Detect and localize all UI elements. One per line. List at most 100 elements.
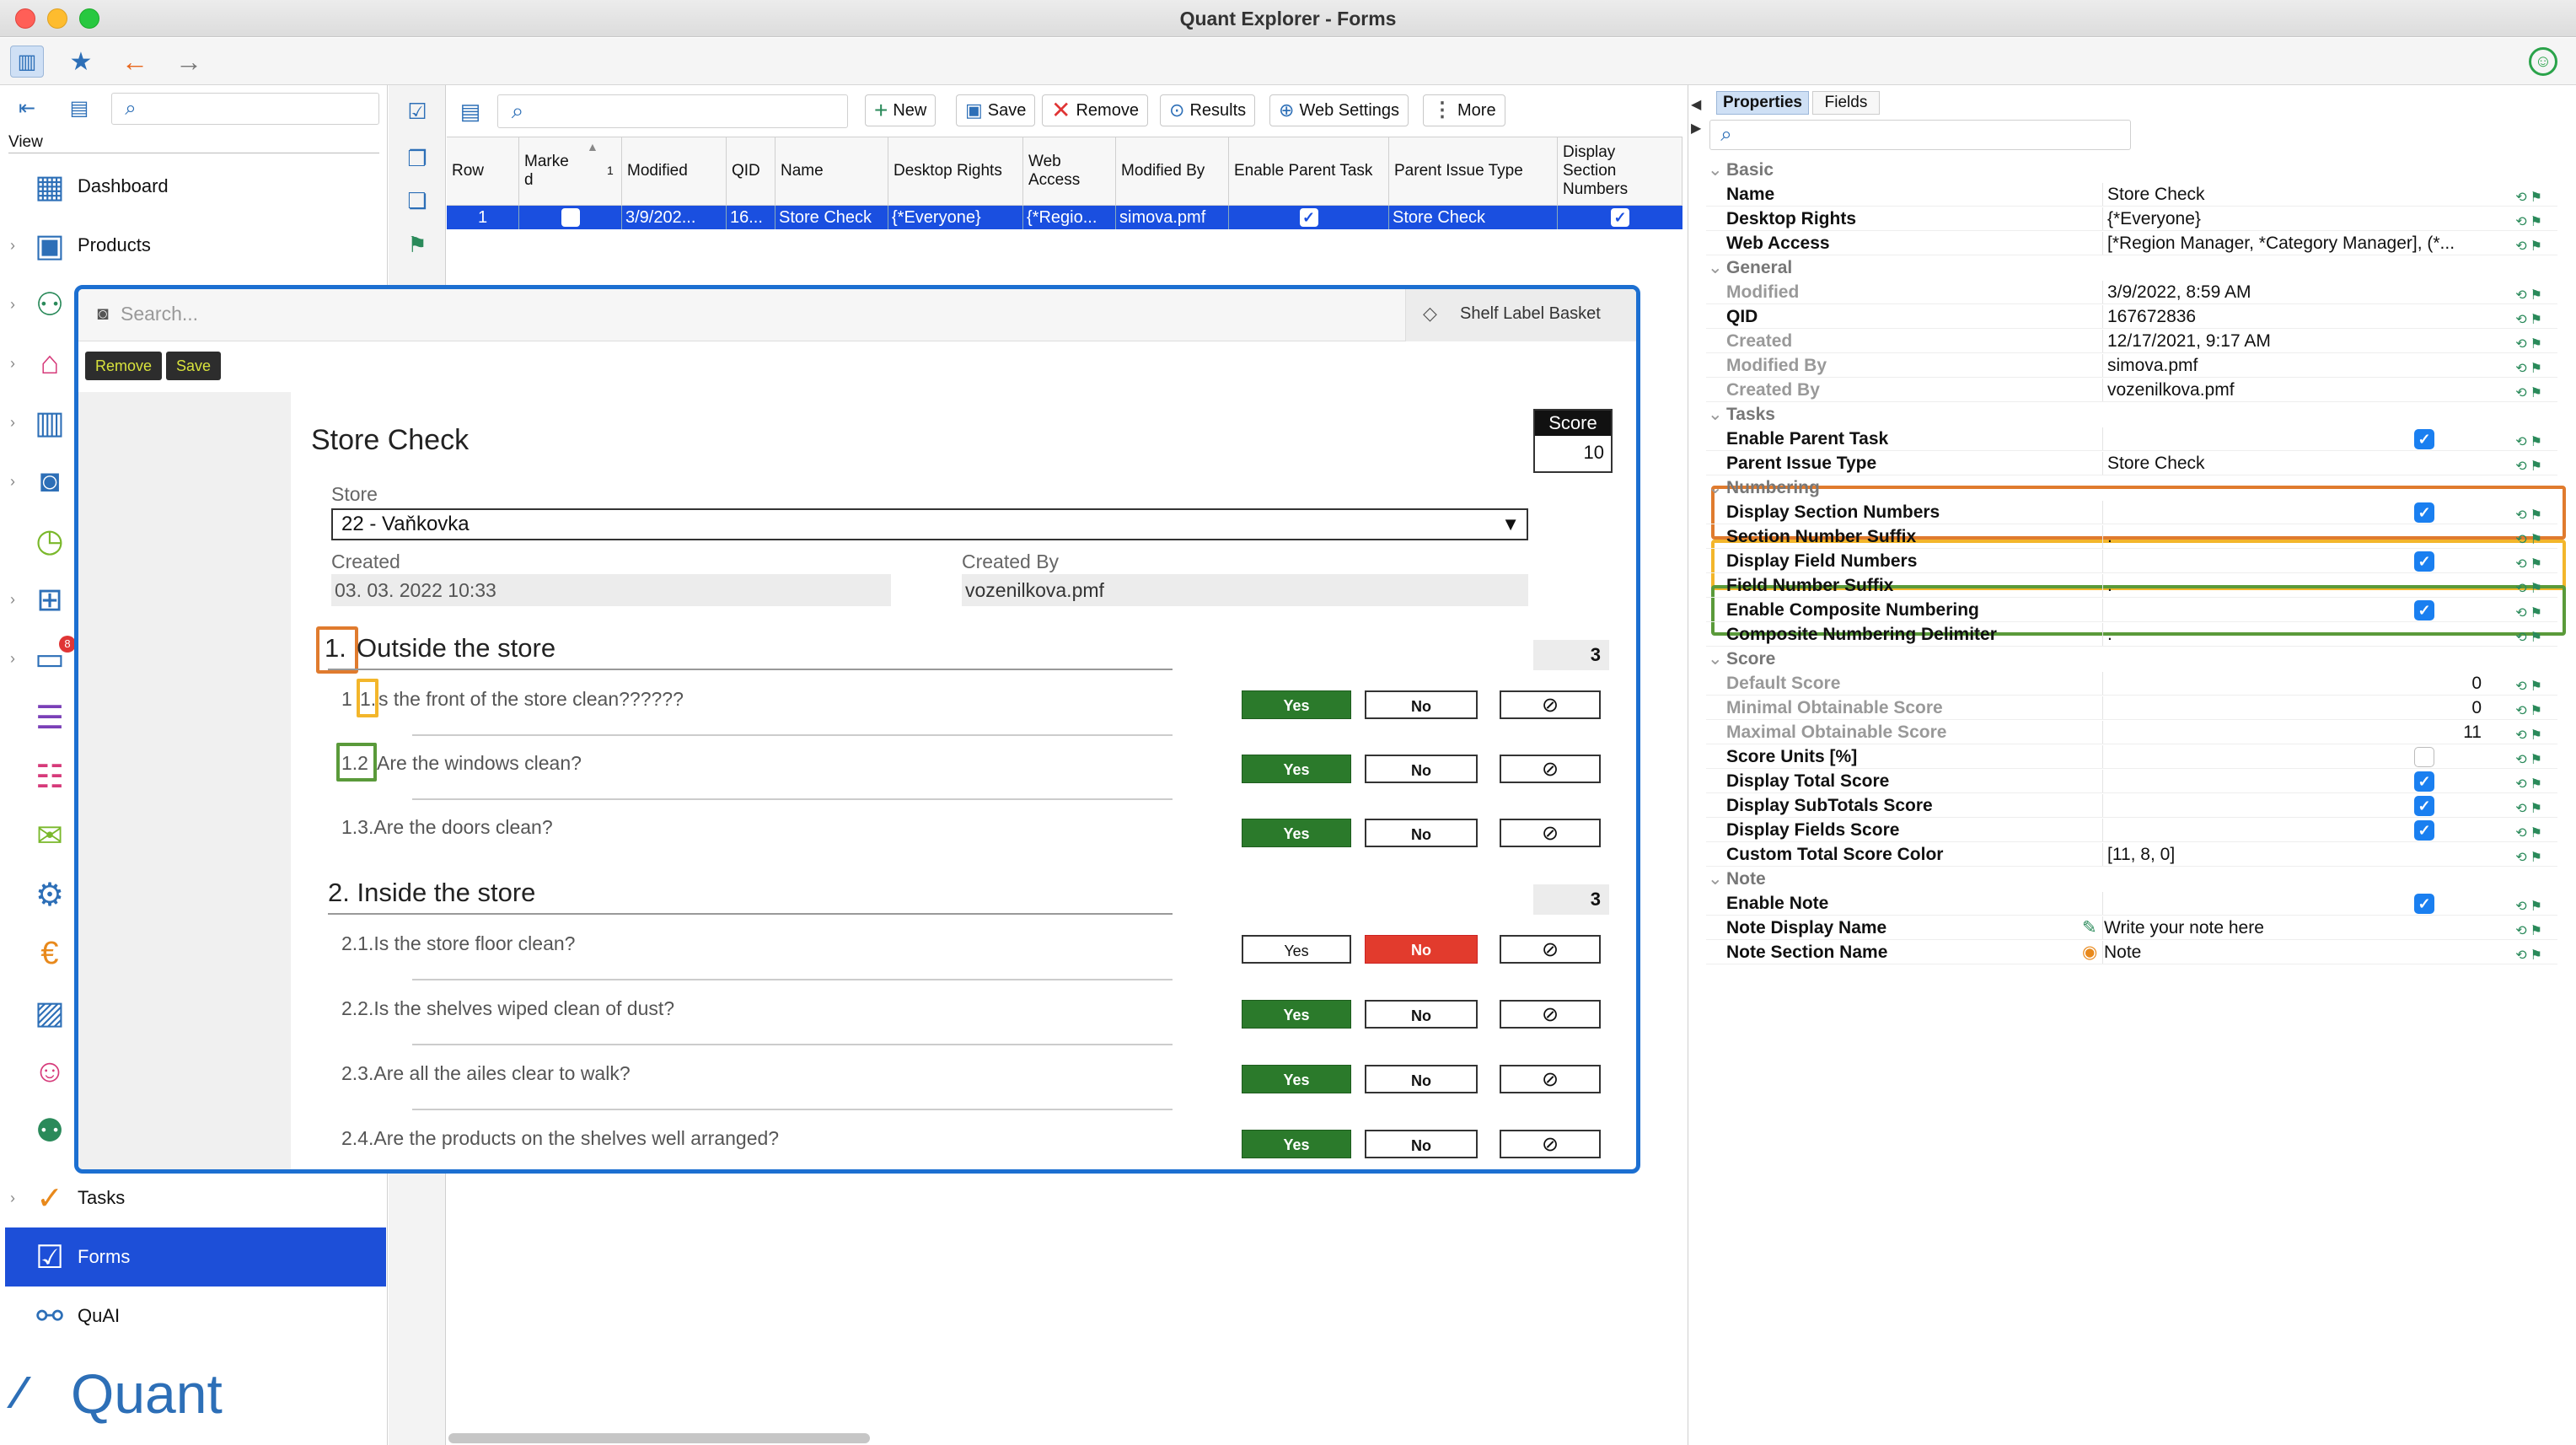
property-value[interactable]: 0	[2471, 672, 2482, 695]
forward-arrow-icon[interactable]: →	[172, 46, 206, 78]
property-row[interactable]: Created 12/17/2021, 9:17 AM ⟲⚑	[1706, 330, 2557, 353]
property-value[interactable]: simova.pmf	[2107, 354, 2198, 377]
property-row[interactable]: Maximal Obtainable Score 11 ⟲⚑	[1706, 721, 2557, 744]
question-2-3-check-icon[interactable]: ⊘	[1500, 1065, 1601, 1093]
sidebar-toggle-icon[interactable]: ▥	[10, 46, 44, 78]
sidebar-item-forms[interactable]: ☑ Forms	[5, 1227, 386, 1287]
reset-icon[interactable]: ⟲⚑	[2509, 895, 2546, 914]
property-row[interactable]: Created By vozenilkova.pmf ⟲⚑	[1706, 379, 2557, 402]
column-header-desktop-rights[interactable]: Desktop Rights	[888, 137, 1023, 205]
reset-icon[interactable]: ⟲⚑	[2509, 333, 2546, 352]
chevron-right-icon[interactable]: ›	[10, 570, 15, 629]
chevron-right-icon[interactable]: ›	[10, 1168, 15, 1227]
property-value[interactable]: vozenilkova.pmf	[2107, 379, 2235, 401]
reset-icon[interactable]: ⟲⚑	[2509, 431, 2546, 449]
new-button[interactable]: + New	[865, 94, 936, 126]
reset-icon[interactable]: ⟲⚑	[2509, 382, 2546, 400]
property-row[interactable]: Parent Issue Type Store Check ⟲⚑	[1706, 452, 2557, 475]
property-value[interactable]: 12/17/2021, 9:17 AM	[2107, 330, 2271, 352]
reset-icon[interactable]: ⟲⚑	[2509, 211, 2546, 229]
property-row[interactable]: Display Total Score ✓ ⟲⚑	[1706, 770, 2557, 793]
sidebar-item-dashboard[interactable]: ▦ Dashboard	[0, 157, 388, 216]
property-row[interactable]: Field Number Suffix. ⟲⚑	[1706, 574, 2557, 598]
question-1-1-yes[interactable]: Yes	[1242, 690, 1351, 719]
chevron-right-icon[interactable]: ›	[10, 393, 15, 452]
property-checkbox[interactable]	[2414, 747, 2434, 767]
question-1-1-no[interactable]: No	[1365, 690, 1478, 719]
tree-settings-icon[interactable]: ▤	[62, 93, 96, 123]
property-row[interactable]: Desktop Rights {*Everyone} ⟲⚑	[1706, 207, 2557, 231]
property-checkbox[interactable]: ✓	[2414, 894, 2434, 914]
property-category-numbering[interactable]: ⌄ Numbering	[1706, 476, 2557, 500]
question-2-4-check-icon[interactable]: ⊘	[1500, 1130, 1601, 1158]
question-1-1-check-icon[interactable]: ⊘	[1500, 690, 1601, 719]
property-checkbox[interactable]: ✓	[2414, 429, 2434, 449]
flag-icon[interactable]: ⚑	[400, 228, 435, 261]
reset-icon[interactable]: ⟲⚑	[2509, 798, 2546, 816]
marked-checkbox[interactable]	[519, 206, 622, 229]
column-header-marked[interactable]: Marke d 1 ▲	[519, 137, 622, 205]
property-row[interactable]: Display Section Numbers ✓ ⟲⚑	[1706, 501, 2557, 524]
display-section-numbers-checkbox[interactable]: ✓	[1558, 206, 1682, 229]
chevron-right-icon[interactable]: ›	[10, 334, 15, 393]
smiley-icon[interactable]: ☺	[2529, 47, 2557, 76]
property-row[interactable]: Modified By simova.pmf ⟲⚑	[1706, 354, 2557, 378]
property-row[interactable]: Name Store Check ⟲⚑	[1706, 183, 2557, 207]
property-category-basic[interactable]: ⌄ Basic	[1706, 158, 2557, 182]
property-value[interactable]: .	[2107, 623, 2112, 646]
question-2-2-yes[interactable]: Yes	[1242, 1000, 1351, 1029]
check-list-icon[interactable]: ☑	[400, 94, 435, 128]
remove-button[interactable]: ✕ Remove	[1042, 94, 1148, 126]
back-arrow-icon[interactable]: ←	[118, 46, 152, 78]
column-header-enable-parent-task[interactable]: Enable Parent Task	[1229, 137, 1389, 205]
question-2-4-no[interactable]: No	[1365, 1130, 1478, 1158]
column-header-web-access[interactable]: Web Access	[1023, 137, 1116, 205]
question-2-2-no[interactable]: No	[1365, 1000, 1478, 1029]
reset-icon[interactable]: ⟲⚑	[2509, 284, 2546, 303]
property-row[interactable]: Custom Total Score Color [11, 8, 0] ⟲⚑	[1706, 843, 2557, 867]
property-value[interactable]: [11, 8, 0]	[2107, 843, 2175, 866]
question-2-3-no[interactable]: No	[1365, 1065, 1478, 1093]
property-row[interactable]: QID 167672836 ⟲⚑	[1706, 305, 2557, 329]
column-header-modified[interactable]: Modified	[622, 137, 727, 205]
reset-icon[interactable]: ⟲⚑	[2509, 504, 2546, 523]
property-row[interactable]: Note Section Name ◉ Note ⟲⚑	[1706, 941, 2557, 964]
question-1-3-yes[interactable]: Yes	[1242, 819, 1351, 847]
results-button[interactable]: ⊙ Results	[1160, 94, 1256, 126]
property-row[interactable]: Enable Composite Numbering ✓ ⟲⚑	[1706, 599, 2557, 622]
question-2-2-check-icon[interactable]: ⊘	[1500, 1000, 1601, 1029]
property-row[interactable]: Minimal Obtainable Score 0 ⟲⚑	[1706, 696, 2557, 720]
store-select[interactable]: 22 - Vaňkovka ▼	[331, 508, 1528, 540]
property-checkbox[interactable]: ✓	[2414, 600, 2434, 620]
property-row[interactable]: Display Field Numbers ✓ ⟲⚑	[1706, 550, 2557, 573]
reset-icon[interactable]: ⟲⚑	[2509, 577, 2546, 596]
reset-icon[interactable]: ⟲⚑	[2509, 944, 2546, 963]
tab-fields[interactable]: Fields	[1812, 91, 1880, 115]
chevron-right-icon[interactable]: ›	[10, 275, 15, 334]
property-checkbox[interactable]: ✓	[2414, 820, 2434, 841]
tab-properties[interactable]: Properties	[1716, 91, 1809, 115]
chevron-right-icon[interactable]: ›	[10, 216, 15, 275]
reset-icon[interactable]: ⟲⚑	[2509, 529, 2546, 547]
sidebar-search-input[interactable]	[111, 93, 379, 125]
property-value[interactable]: 11	[2463, 721, 2482, 744]
property-value[interactable]: 167672836	[2107, 305, 2196, 328]
property-row[interactable]: Note Display Name ✎ Write your note here ⟲…	[1706, 916, 2557, 940]
properties-search-input[interactable]	[1709, 120, 2131, 150]
property-value[interactable]: [*Region Manager, *Category Manager], (*…	[2107, 232, 2455, 255]
reset-icon[interactable]: ⟲⚑	[2509, 455, 2546, 474]
property-checkbox[interactable]: ✓	[2414, 551, 2434, 572]
question-2-1-yes[interactable]: Yes	[1242, 935, 1351, 964]
property-row[interactable]: Enable Parent Task ✓ ⟲⚑	[1706, 427, 2557, 451]
property-row[interactable]: Web Access [*Region Manager, *Category Ma…	[1706, 232, 2557, 255]
property-value[interactable]: Store Check	[2107, 452, 2205, 475]
form-save-button[interactable]: Save	[166, 352, 222, 380]
form-remove-button[interactable]: Remove	[85, 352, 163, 380]
property-row[interactable]: Score Units [%] ⟲⚑	[1706, 745, 2557, 769]
question-2-4-yes[interactable]: Yes	[1242, 1130, 1351, 1158]
property-value[interactable]: Store Check	[2107, 183, 2205, 206]
property-category-score[interactable]: ⌄ Score	[1706, 647, 2557, 671]
property-row[interactable]: Default Score 0 ⟲⚑	[1706, 672, 2557, 696]
grid-settings-icon[interactable]: ▤	[453, 94, 487, 128]
enable-parent-task-checkbox[interactable]: ✓	[1229, 206, 1389, 229]
